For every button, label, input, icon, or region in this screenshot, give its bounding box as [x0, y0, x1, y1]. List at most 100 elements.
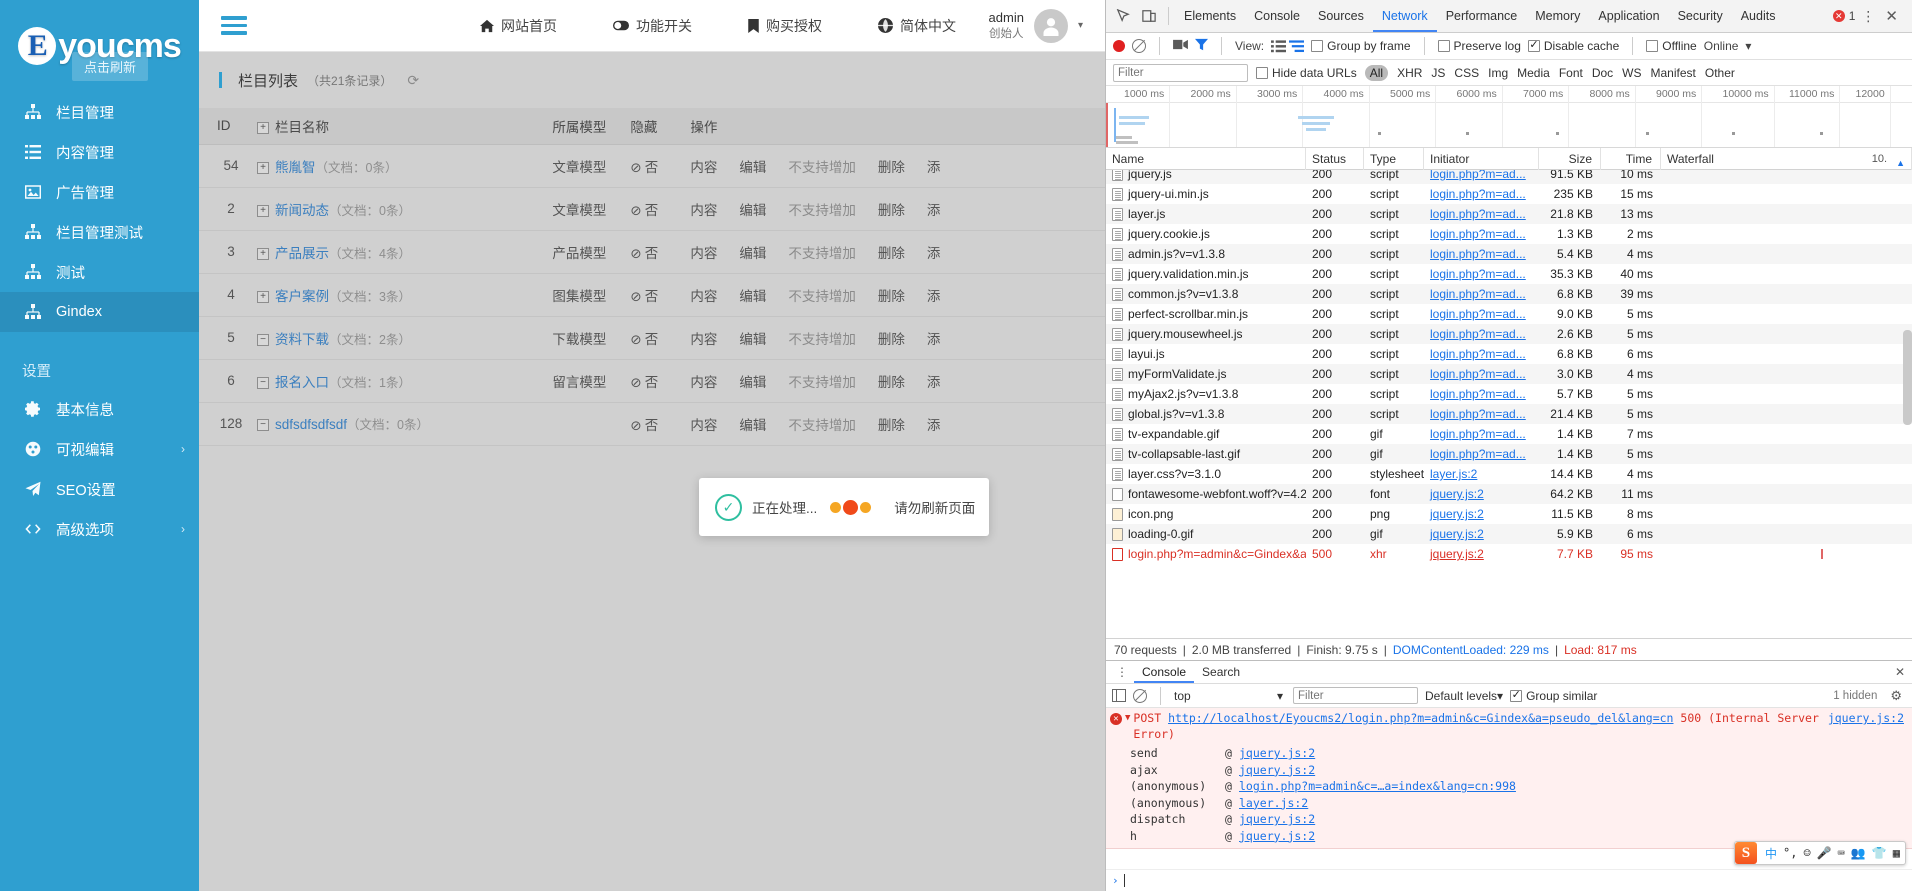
- ime-user-icon[interactable]: 👥: [1851, 846, 1866, 860]
- sidebar-item-basic-info[interactable]: 基本信息: [0, 389, 199, 429]
- network-request-row[interactable]: icon.png 200 png jquery.js:2 11.5 KB 8 ms: [1106, 504, 1912, 524]
- category-link[interactable]: 客户案例: [275, 289, 329, 304]
- cell-hidden[interactable]: ⊘ 否: [624, 402, 685, 446]
- request-initiator[interactable]: login.php?m=ad...: [1424, 324, 1539, 344]
- network-request-row[interactable]: common.js?v=v1.3.8 200 script login.php?m=a…: [1106, 284, 1912, 304]
- console-context-select[interactable]: top ▾: [1174, 689, 1286, 703]
- cell-hidden[interactable]: ⊘ 否: [624, 316, 685, 360]
- request-initiator[interactable]: login.php?m=ad...: [1424, 284, 1539, 304]
- initiator-link[interactable]: login.php?m=ad...: [1430, 447, 1526, 461]
- console-prompt[interactable]: ›: [1106, 869, 1912, 891]
- topnav-buy-license[interactable]: 购买授权: [720, 16, 850, 36]
- expand-icon[interactable]: +: [257, 161, 269, 174]
- expand-icon[interactable]: +: [257, 290, 269, 303]
- cell-hidden[interactable]: ⊘ 否: [624, 273, 685, 317]
- initiator-link[interactable]: login.php?m=ad...: [1430, 407, 1526, 421]
- op-delete[interactable]: 删除: [878, 242, 905, 262]
- group-by-frame-checkbox[interactable]: Group by frame: [1311, 39, 1411, 53]
- category-link[interactable]: 熊胤智: [275, 160, 316, 175]
- record-button[interactable]: [1113, 40, 1125, 52]
- view-mode-buttons[interactable]: [1271, 39, 1305, 53]
- sidebar-item-category-test[interactable]: 栏目管理测试: [0, 212, 199, 252]
- request-initiator[interactable]: login.php?m=ad...: [1424, 184, 1539, 204]
- user-area[interactable]: admin 创始人 ▾: [989, 8, 1083, 43]
- topnav-feature-switch[interactable]: 功能开关: [585, 16, 720, 36]
- initiator-link[interactable]: login.php?m=ad...: [1430, 307, 1526, 321]
- col-header-name[interactable]: Name: [1106, 147, 1306, 170]
- offline-checkbox[interactable]: Offline: [1646, 39, 1697, 53]
- request-initiator[interactable]: login.php?m=ad...: [1424, 344, 1539, 364]
- op-edit[interactable]: 编辑: [739, 414, 766, 434]
- more-options-icon[interactable]: ⋮: [1861, 8, 1875, 25]
- group-similar-checkbox[interactable]: Group similar: [1510, 688, 1597, 703]
- category-link[interactable]: 新闻动态: [275, 203, 329, 218]
- request-initiator[interactable]: layer.js:2: [1424, 464, 1539, 484]
- waterfall-view-icon[interactable]: [1289, 39, 1305, 53]
- op-add[interactable]: 添: [927, 156, 941, 176]
- col-header-name[interactable]: + 栏目名称: [251, 108, 547, 145]
- type-filter-other[interactable]: Other: [1705, 66, 1735, 80]
- sidebar-item-advanced[interactable]: 高级选项 ›: [0, 509, 199, 549]
- sidebar-item-seo[interactable]: SEO设置: [0, 469, 199, 509]
- online-label[interactable]: Online: [1704, 39, 1739, 53]
- op-content[interactable]: 内容: [690, 414, 717, 434]
- network-request-row[interactable]: myAjax2.js?v=v1.3.8 200 script login.php?m=…: [1106, 384, 1912, 404]
- category-link[interactable]: sdfsdfsdfsdf: [275, 417, 347, 432]
- expand-icon[interactable]: +: [257, 247, 269, 260]
- sidebar-item-test[interactable]: 测试: [0, 252, 199, 292]
- type-filter-manifest[interactable]: Manifest: [1651, 66, 1696, 80]
- tab-performance[interactable]: Performance: [1437, 0, 1527, 32]
- col-header-type[interactable]: Type: [1364, 147, 1424, 170]
- ime-toolbox-icon[interactable]: ▦: [1893, 846, 1900, 860]
- request-initiator[interactable]: login.php?m=ad...: [1424, 384, 1539, 404]
- request-initiator[interactable]: login.php?m=ad...: [1424, 424, 1539, 444]
- drawer-tab-console[interactable]: Console: [1134, 661, 1195, 683]
- cell-hidden[interactable]: ⊘ 否: [624, 187, 685, 231]
- console-filter-input[interactable]: [1293, 687, 1418, 704]
- network-request-list[interactable]: jquery.js 200 script login.php?m=ad... 91.5 …: [1106, 170, 1912, 638]
- avatar[interactable]: [1033, 8, 1068, 43]
- initiator-link[interactable]: jquery.js:2: [1430, 507, 1484, 521]
- request-initiator[interactable]: jquery.js:2: [1424, 544, 1539, 564]
- expand-icon[interactable]: +: [257, 204, 269, 217]
- stack-source-link[interactable]: jquery.js:2: [1239, 829, 1315, 843]
- request-initiator[interactable]: login.php?m=ad...: [1424, 204, 1539, 224]
- request-initiator[interactable]: login.php?m=ad...: [1424, 304, 1539, 324]
- type-filter-ws[interactable]: WS: [1622, 66, 1641, 80]
- col-header-id[interactable]: ID: [199, 108, 251, 145]
- chevron-down-icon[interactable]: ▾: [1078, 20, 1083, 31]
- expand-all-icon[interactable]: +: [257, 122, 269, 135]
- initiator-link[interactable]: login.php?m=ad...: [1430, 207, 1526, 221]
- ime-toolbar[interactable]: S 中 °, ☺ 🎤 ⌨ 👥 👕 ▦: [1733, 841, 1906, 865]
- disable-cache-checkbox[interactable]: Disable cache: [1527, 38, 1619, 53]
- hide-data-urls-checkbox[interactable]: Hide data URLs: [1256, 66, 1357, 80]
- type-filter-css[interactable]: CSS: [1454, 66, 1479, 80]
- request-initiator[interactable]: login.php?m=ad...: [1424, 444, 1539, 464]
- category-link[interactable]: 资料下载: [275, 332, 329, 347]
- network-request-row[interactable]: jquery.mousewheel.js 200 script login.php?m…: [1106, 324, 1912, 344]
- op-content[interactable]: 内容: [690, 371, 717, 391]
- topnav-home[interactable]: 网站首页: [452, 16, 585, 36]
- network-request-row[interactable]: admin.js?v=v1.3.8 200 script login.php?m=ad…: [1106, 244, 1912, 264]
- initiator-link[interactable]: login.php?m=ad...: [1430, 267, 1526, 281]
- ime-punctuation-icon[interactable]: °,: [1783, 846, 1797, 860]
- stack-source-link[interactable]: jquery.js:2: [1239, 746, 1315, 760]
- console-settings-icon[interactable]: ⚙: [1890, 688, 1906, 704]
- ime-keyboard-icon[interactable]: ⌨: [1838, 846, 1845, 860]
- col-header-model[interactable]: 所属模型: [546, 108, 625, 145]
- stack-source-link[interactable]: jquery.js:2: [1239, 763, 1315, 777]
- network-request-row[interactable]: jquery.js 200 script login.php?m=ad... 91.5 …: [1106, 170, 1912, 184]
- col-header-initiator[interactable]: Initiator: [1424, 147, 1539, 170]
- initiator-link[interactable]: jquery.js:2: [1430, 527, 1484, 541]
- request-initiator[interactable]: login.php?m=ad...: [1424, 264, 1539, 284]
- initiator-link[interactable]: login.php?m=ad...: [1430, 387, 1526, 401]
- tab-security[interactable]: Security: [1669, 0, 1732, 32]
- network-request-row[interactable]: login.php?m=admin&c=Gindex&a=... 500 xhr jq…: [1106, 544, 1912, 564]
- network-request-row[interactable]: tv-collapsable-last.gif 200 gif login.php?m…: [1106, 444, 1912, 464]
- op-delete[interactable]: 删除: [878, 156, 905, 176]
- network-request-row[interactable]: perfect-scrollbar.min.js 200 script login.p…: [1106, 304, 1912, 324]
- drawer-close-icon[interactable]: ✕: [1888, 665, 1912, 679]
- col-header-hidden[interactable]: 隐藏: [624, 108, 685, 145]
- network-filter-input[interactable]: [1113, 63, 1248, 82]
- list-view-icon[interactable]: [1271, 39, 1287, 53]
